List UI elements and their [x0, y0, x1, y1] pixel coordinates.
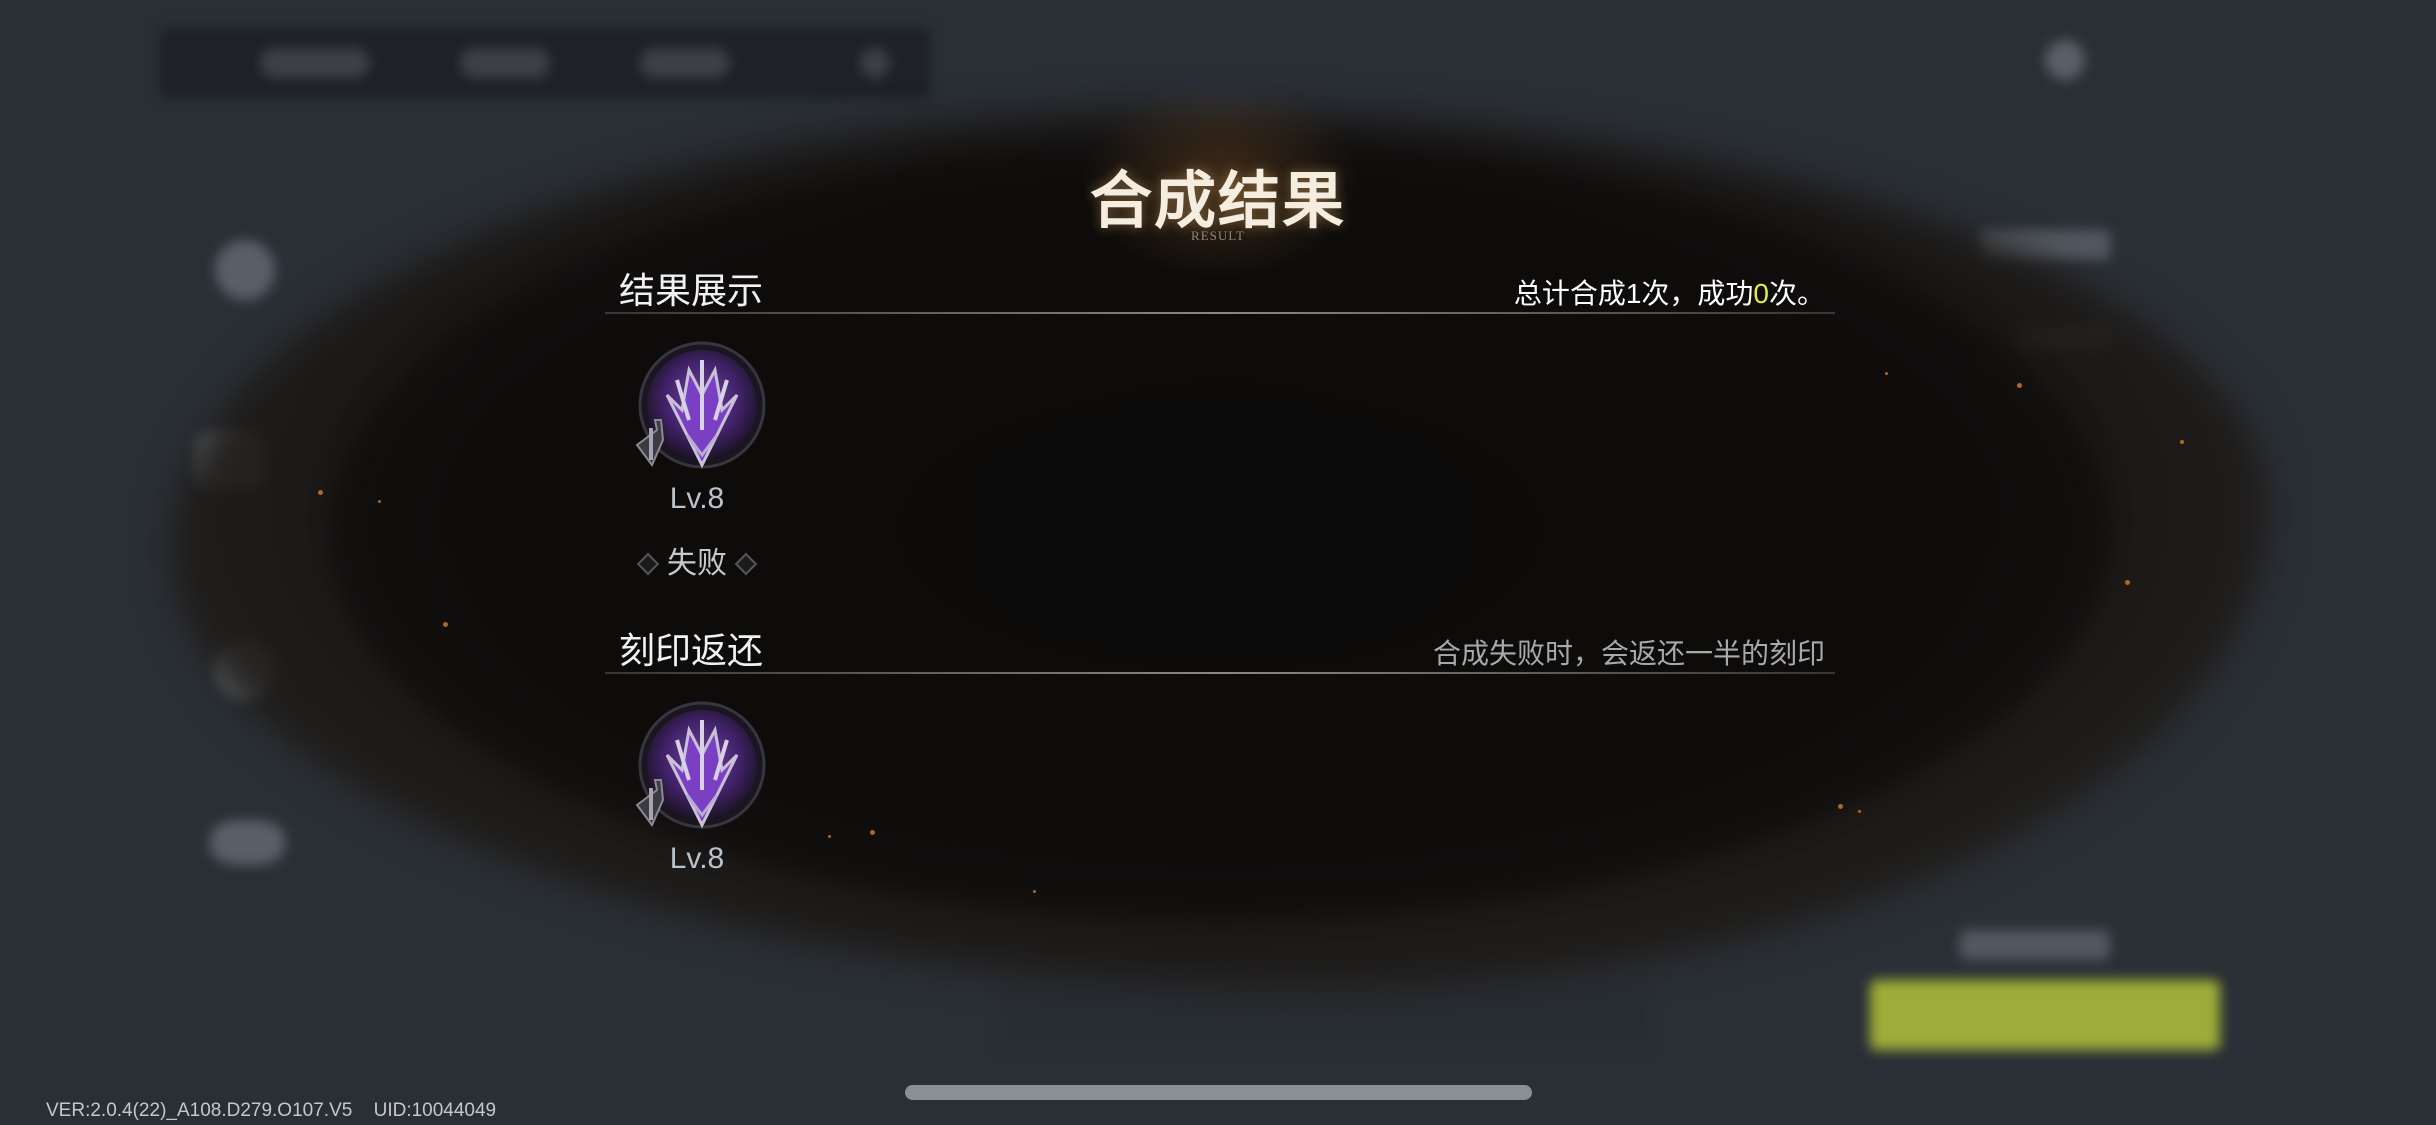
- section-divider: [605, 312, 1835, 314]
- result-subtitle: RESULT: [1191, 228, 1245, 243]
- result-section-heading: 结果展示: [619, 270, 764, 311]
- version-string: VER:2.0.4(22)_A108.D279.O107.V5: [46, 1100, 353, 1121]
- returned-item[interactable]: Lv.8: [622, 700, 772, 876]
- version-info: VER:2.0.4(22)_A108.D279.O107.V5 UID:1004…: [46, 1100, 512, 1122]
- background-confirm-button: [1870, 980, 2220, 1050]
- result-title: 合成结果: [1089, 164, 1346, 237]
- fail-status-badge: 失败: [642, 542, 752, 586]
- user-id: UID:10044049: [373, 1100, 497, 1121]
- result-item[interactable]: Lv.8: [622, 340, 772, 516]
- return-note: 合成失败时，会返还一半的刻印: [1432, 638, 1825, 669]
- home-indicator[interactable]: [905, 1085, 1532, 1100]
- purple-crest-emblem-icon: [627, 700, 767, 840]
- synthesis-summary: 总计合成1次，成功0次。: [1513, 278, 1825, 309]
- background-bottom-bar: [1000, 985, 1650, 1045]
- background-top-bar: [160, 28, 930, 98]
- return-section-heading: 刻印返还: [619, 630, 764, 671]
- returned-item-level: Lv.8: [669, 842, 725, 875]
- return-section-header: 刻印返还 合成失败时，会返还一半的刻印: [605, 622, 1835, 674]
- result-item-level: Lv.8: [669, 482, 725, 515]
- section-divider: [605, 672, 1835, 674]
- success-count: 0: [1753, 278, 1769, 309]
- result-section-header: 结果展示 总计合成1次，成功0次。: [605, 262, 1835, 314]
- purple-crest-emblem-icon: [627, 340, 767, 480]
